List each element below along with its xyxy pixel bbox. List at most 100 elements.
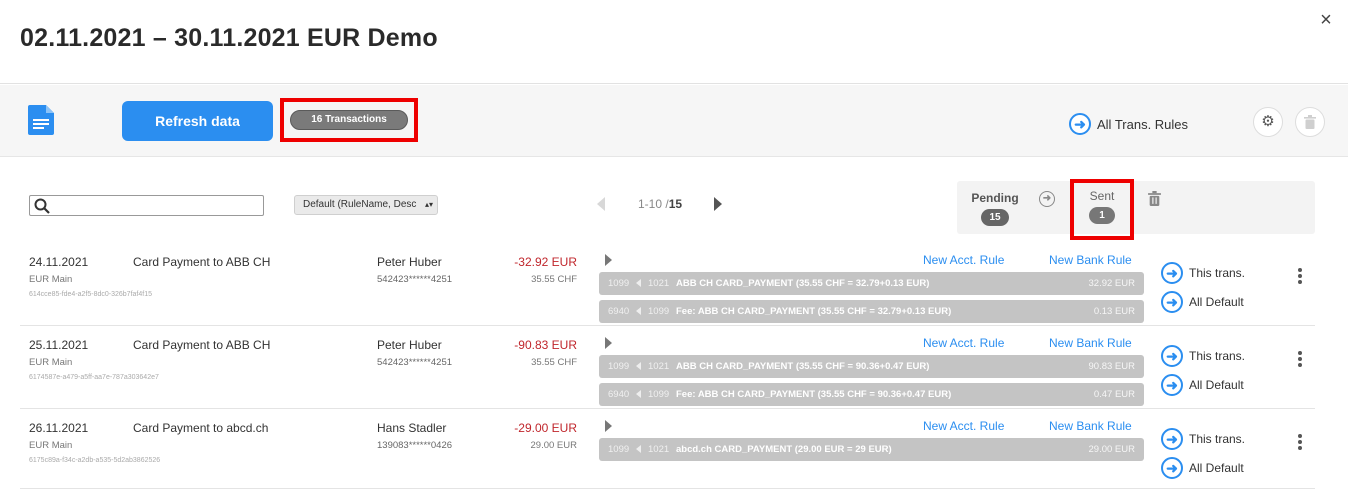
transaction-id: 6174587e-a479-a5ff-aa7e-787a303642e7 (29, 374, 159, 381)
sent-highlight: Sent 1 (1070, 179, 1134, 240)
arrow-right-circle-icon: ➜ (1161, 345, 1183, 367)
entry-credit-account: 1021 (648, 278, 670, 289)
new-acct-rule-link[interactable]: New Acct. Rule (923, 419, 1004, 433)
transaction-id: 614cce85-fde4-a2f5-8dc0-326b7faf4f15 (29, 291, 152, 298)
sort-select[interactable]: Default (RuleName, Desc ▴▾ (294, 195, 438, 215)
arrow-right-circle-icon: ➜ (1161, 262, 1183, 284)
card-number: 542423******4251 (377, 357, 453, 368)
all-default-button[interactable]: ➜ All Default (1161, 290, 1244, 314)
booking-entry[interactable]: 1099 1021 ABB CH CARD_PAYMENT (35.55 CHF =… (599, 355, 1144, 378)
booking-entry[interactable]: 1099 1021 ABB CH CARD_PAYMENT (35.55 CHF =… (599, 272, 1144, 295)
search-input[interactable] (29, 195, 264, 216)
expand-toggle-icon[interactable] (605, 254, 612, 266)
entry-debit-account: 1099 (608, 278, 630, 289)
search-icon (34, 198, 50, 214)
document-icon[interactable] (28, 105, 56, 135)
entry-text: ABB CH CARD_PAYMENT (35.55 CHF = 90.36+0… (676, 361, 930, 372)
trash-glyph-icon (1304, 115, 1316, 129)
pending-count-badge: 15 (981, 209, 1009, 226)
transaction-amount: -32.92 EUR (514, 255, 577, 269)
entry-text: ABB CH CARD_PAYMENT (35.55 CHF = 32.79+0… (676, 278, 930, 289)
this-trans-button[interactable]: ➜ This trans. (1161, 427, 1245, 451)
sent-count-badge: 1 (1089, 207, 1115, 224)
close-icon[interactable]: × (1316, 10, 1336, 30)
updown-arrows-icon: ▴▾ (422, 196, 433, 214)
booking-entry[interactable]: 6940 1099 Fee: ABB CH CARD_PAYMENT (35.55 … (599, 383, 1144, 406)
transaction-date: 24.11.2021 (29, 255, 89, 269)
more-options-icon[interactable] (1298, 351, 1302, 369)
entry-debit-account: 6940 (608, 306, 630, 317)
all-default-button[interactable]: ➜ All Default (1161, 373, 1244, 397)
prev-page-icon[interactable] (597, 197, 605, 211)
arrow-left-icon (636, 445, 641, 453)
refresh-data-button[interactable]: Refresh data (122, 101, 273, 141)
arrow-left-icon (636, 279, 641, 287)
pending-tab[interactable]: Pending 15 (971, 191, 1019, 226)
arrow-right-circle-icon: ➜ (1161, 374, 1183, 396)
sent-tab[interactable]: Sent 1 (1074, 189, 1130, 224)
arrow-left-icon (636, 307, 641, 315)
booking-entry[interactable]: 1099 1021 abcd.ch CARD_PAYMENT (29.00 EUR … (599, 438, 1144, 461)
entry-amount: 0.13 EUR (1093, 306, 1135, 317)
original-amount: 35.55 CHF (531, 274, 577, 285)
entry-debit-account: 1099 (608, 444, 630, 455)
arrow-right-circle-icon: ➜ (1069, 113, 1091, 135)
this-trans-button[interactable]: ➜ This trans. (1161, 261, 1245, 285)
next-page-icon[interactable] (714, 197, 723, 211)
account-name: EUR Main (29, 357, 73, 368)
toolbar: Refresh data 16 Transactions ➜ All Trans… (0, 85, 1348, 157)
entry-credit-account: 1099 (648, 306, 670, 317)
transaction-id: 6175c89a-f34c-a2db-a535-5d2ab3862526 (29, 457, 161, 464)
transaction-description: Card Payment to ABB CH (133, 255, 271, 269)
new-bank-rule-link[interactable]: New Bank Rule (1049, 253, 1132, 267)
original-amount: 29.00 EUR (530, 440, 577, 451)
delete-icon[interactable] (1148, 191, 1161, 209)
entry-text: Fee: ABB CH CARD_PAYMENT (35.55 CHF = 90… (676, 389, 952, 400)
card-number: 542423******4251 (377, 274, 453, 285)
all-trans-rules-button[interactable]: ➜ All Trans. Rules (1069, 112, 1188, 136)
page-range: 1-10 / (638, 197, 669, 211)
expand-toggle-icon[interactable] (605, 337, 612, 349)
all-default-button[interactable]: ➜ All Default (1161, 456, 1244, 480)
sent-label: Sent (1089, 189, 1115, 203)
counterparty-name: Peter Huber (377, 338, 442, 352)
transaction-date: 26.11.2021 (29, 421, 89, 435)
transactions-count-badge[interactable]: 16 Transactions (290, 110, 408, 130)
more-options-icon[interactable] (1298, 268, 1302, 286)
this-trans-label: This trans. (1189, 266, 1246, 280)
more-options-icon[interactable] (1298, 434, 1302, 452)
entry-text: Fee: ABB CH CARD_PAYMENT (35.55 CHF = 32… (676, 306, 952, 317)
transaction-description: Card Payment to ABB CH (133, 338, 271, 352)
page-title: 02.11.2021 – 30.11.2021 EUR Demo (20, 24, 438, 52)
new-acct-rule-link[interactable]: New Acct. Rule (923, 253, 1004, 267)
new-bank-rule-link[interactable]: New Bank Rule (1049, 336, 1132, 350)
entry-debit-account: 1099 (608, 361, 630, 372)
arrow-left-icon (636, 362, 641, 370)
entry-amount: 29.00 EUR (1088, 444, 1135, 455)
pending-label: Pending (971, 191, 1019, 205)
expand-toggle-icon[interactable] (605, 420, 612, 432)
all-trans-rules-label: All Trans. Rules (1097, 116, 1189, 132)
entry-amount: 32.92 EUR (1088, 278, 1135, 289)
this-trans-button[interactable]: ➜ This trans. (1161, 344, 1245, 368)
new-bank-rule-link[interactable]: New Bank Rule (1049, 419, 1132, 433)
settings-gear-icon[interactable]: ⚙ (1253, 107, 1283, 137)
new-acct-rule-link[interactable]: New Acct. Rule (923, 336, 1004, 350)
trash-glyph-icon (1148, 191, 1161, 206)
transaction-amount: -90.83 EUR (514, 338, 577, 352)
send-arrow-icon[interactable]: ➜ (1039, 191, 1055, 207)
entry-debit-account: 6940 (608, 389, 630, 400)
arrow-right-circle-icon: ➜ (1161, 428, 1183, 450)
dialog-header: 02.11.2021 – 30.11.2021 EUR Demo × (0, 0, 1348, 84)
trash-icon[interactable] (1295, 107, 1325, 137)
all-default-label: All Default (1189, 295, 1244, 309)
transaction-amount: -29.00 EUR (514, 421, 577, 435)
entry-amount: 0.47 EUR (1093, 389, 1135, 400)
sort-select-value: Default (RuleName, Desc (303, 199, 417, 210)
arrow-left-icon (636, 390, 641, 398)
booking-entry[interactable]: 6940 1099 Fee: ABB CH CARD_PAYMENT (35.55 … (599, 300, 1144, 323)
page-total: 15 (668, 197, 683, 211)
counterparty-name: Peter Huber (377, 255, 442, 269)
status-panel: Pending 15 ➜ Sent 1 (957, 179, 1315, 240)
table-row: 24.11.2021 EUR Main 614cce85-fde4-a2f5-8dc… (20, 243, 1315, 326)
